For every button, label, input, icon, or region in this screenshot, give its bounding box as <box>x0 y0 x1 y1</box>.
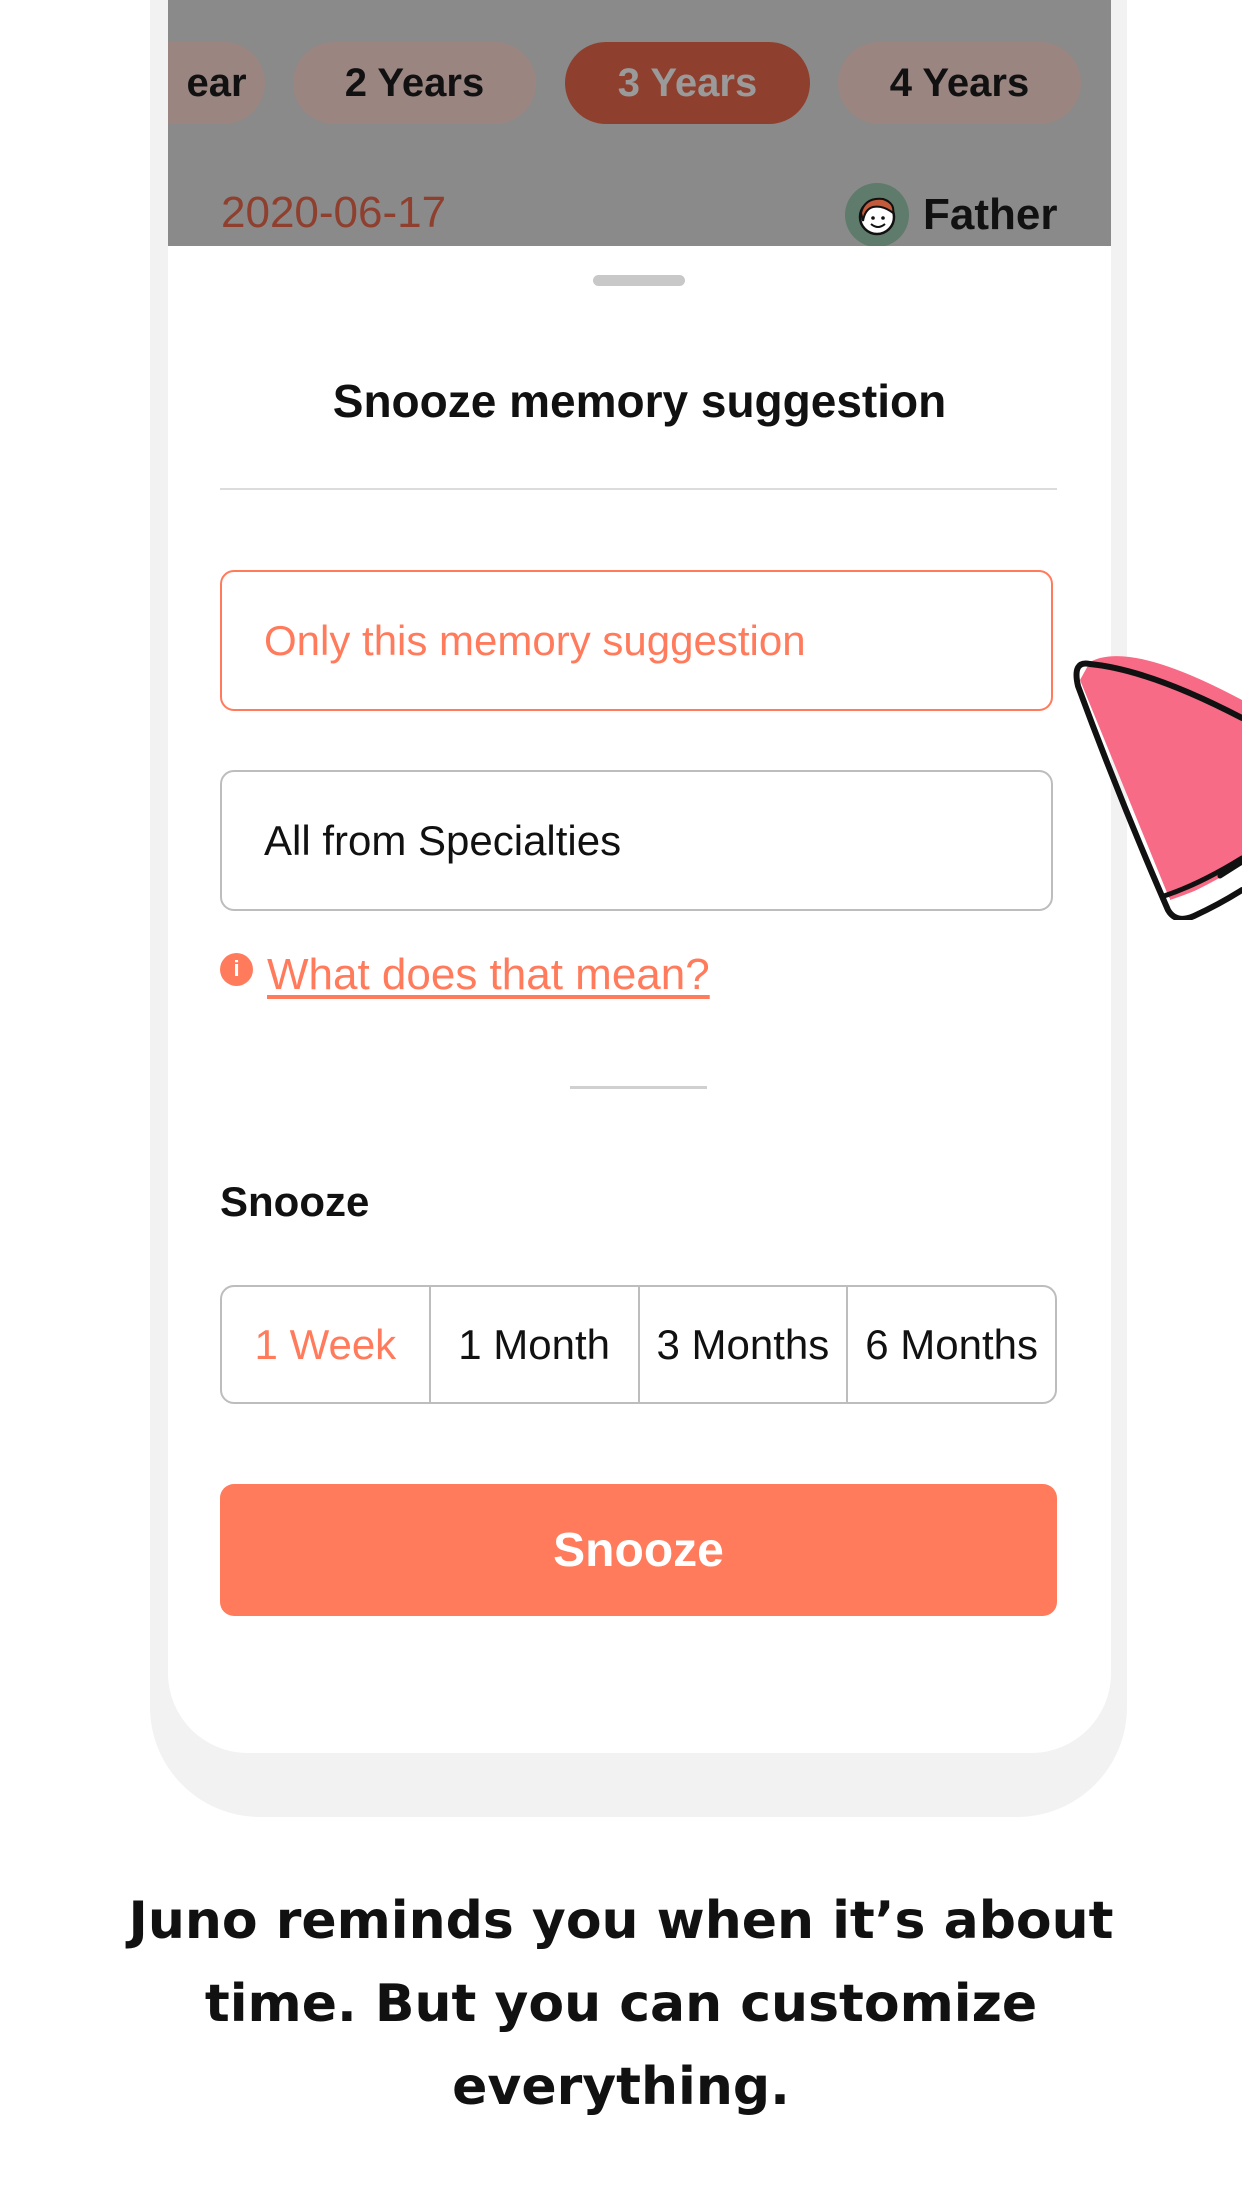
relation-label: Father <box>923 190 1058 239</box>
what-does-that-mean-link[interactable]: What does that mean? <box>267 950 710 1000</box>
pill-3-years[interactable]: 3 Years <box>565 42 810 124</box>
marketing-caption: Juno reminds you when it’s about time. B… <box>0 1880 1242 2129</box>
sheet-title: Snooze memory suggestion <box>332 375 947 427</box>
pill-2-years[interactable]: 2 Years <box>293 42 536 124</box>
pill-4-years[interactable]: 4 Years <box>838 42 1081 124</box>
pill-label: 3 Years <box>617 60 758 105</box>
pill-1-year[interactable]: ear <box>168 42 265 124</box>
option-all-from-specialties[interactable]: All from Specialties <box>220 770 1053 911</box>
duration-segmented-control: 1 Week 1 Month 3 Months 6 Months <box>220 1285 1057 1404</box>
background-app-dimmed: ear 2 Years 3 Years 4 Years 2020-06-17 F… <box>168 0 1111 247</box>
party-hat-icon <box>1073 656 1242 920</box>
caption-line: Juno reminds you when it’s about <box>128 1891 1114 1951</box>
caption-line: everything. <box>452 2057 790 2117</box>
info-row: i What does that mean? <box>220 950 710 1000</box>
caption-line: time. But you can customize <box>204 1974 1038 2034</box>
pill-label: ear <box>186 60 247 105</box>
info-icon: i <box>220 952 253 986</box>
duration-1-week[interactable]: 1 Week <box>222 1287 431 1402</box>
snooze-section-label: Snooze <box>220 1178 370 1225</box>
snooze-button[interactable]: Snooze <box>220 1484 1057 1616</box>
phone-screen: ear 2 Years 3 Years 4 Years 2020-06-17 F… <box>168 0 1111 1753</box>
boy-face-icon <box>845 183 909 247</box>
option-only-this-suggestion[interactable]: Only this memory suggestion <box>220 570 1053 711</box>
pill-label: 2 Years <box>344 60 485 105</box>
sheet-drag-handle[interactable] <box>593 275 685 286</box>
snooze-bottom-sheet: Snooze memory suggestion Only this memor… <box>168 246 1111 1753</box>
divider <box>220 488 1057 490</box>
duration-6-months[interactable]: 6 Months <box>848 1287 1055 1402</box>
duration-1-month[interactable]: 1 Month <box>431 1287 640 1402</box>
duration-3-months[interactable]: 3 Months <box>640 1287 849 1402</box>
memory-date: 2020-06-17 <box>221 188 447 237</box>
pill-label: 4 Years <box>889 60 1030 105</box>
divider <box>570 1086 707 1089</box>
